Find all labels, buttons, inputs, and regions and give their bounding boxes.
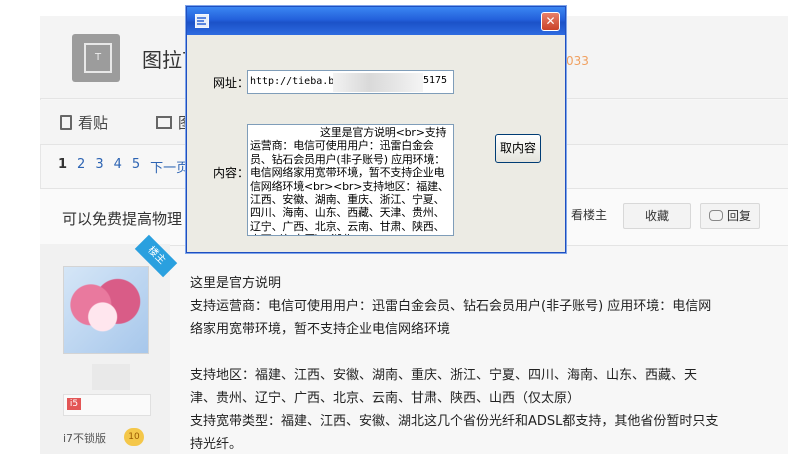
fetch-dialog: ✕ 网址： http://tieba.b 5175 内容： 这里是官方说明<br… <box>186 6 566 253</box>
page-link[interactable]: 5 <box>132 157 140 176</box>
page-next-link[interactable]: 下一页 <box>150 157 189 176</box>
tab-posts[interactable]: 看贴 <box>60 112 108 133</box>
post-content: 这里是官方说明 支持运营商：电信可使用用户：迅雷白金会员、钻石会员用户(非子账号… <box>190 272 770 456</box>
post-line: 津、贵州、辽宁、广西、北京、云南、甘肃、陕西、山西（仅太原） <box>190 391 581 406</box>
page-link[interactable]: 4 <box>114 157 122 176</box>
post-line: 支持宽带类型：福建、江西、安徽、湖北这几个省份光纤和ADSL都支持，其他省份暂时… <box>190 414 719 429</box>
forum-stat: 033 <box>566 54 589 68</box>
page-link[interactable]: 3 <box>95 157 103 176</box>
document-icon <box>60 115 72 130</box>
tab-posts-label: 看贴 <box>78 114 109 132</box>
thread-title: 可以免费提高物理 <box>62 210 183 228</box>
url-label: 网址： <box>213 76 250 90</box>
post-line: 络家用宽带环境，暂不支持企业电信网络环境 <box>190 322 451 337</box>
level-icon: i5 <box>67 398 81 410</box>
url-redacted <box>333 73 423 92</box>
dialog-titlebar[interactable]: ✕ <box>187 7 565 35</box>
user-tag: i7不锁版 <box>63 432 107 445</box>
app-icon <box>195 14 209 28</box>
reply-icon <box>708 210 723 221</box>
content-label: 内容： <box>213 166 250 180</box>
image-icon <box>156 116 172 129</box>
pager: 1 2 3 4 5 下一页 <box>58 157 189 176</box>
favorite-button[interactable]: 收藏 <box>623 203 691 229</box>
forum-logo-icon: T <box>84 43 112 73</box>
forum-logo[interactable]: T <box>72 34 120 82</box>
reply-button[interactable]: 回复 <box>700 203 760 229</box>
page-current: 1 <box>58 157 68 172</box>
avatar[interactable] <box>63 266 149 354</box>
username-redacted <box>92 364 130 390</box>
url-tail: 5175 <box>423 75 448 86</box>
only-op-button[interactable]: 看楼主 <box>566 203 612 227</box>
level-badge: 10 <box>124 428 144 446</box>
post-line: 持光纤。 <box>190 437 243 452</box>
fetch-content-button[interactable]: 取内容 <box>495 134 541 163</box>
page-link[interactable]: 2 <box>77 157 85 176</box>
reply-button-label: 回复 <box>726 209 751 223</box>
close-button[interactable]: ✕ <box>541 12 560 31</box>
post-line: 支持地区：福建、江西、安徽、湖南、重庆、浙江、宁夏、四川、海南、山东、西藏、天 <box>190 368 698 383</box>
post-line: 这里是官方说明 <box>190 276 282 291</box>
content-textarea[interactable]: 这里是官方说明<br>支持运营商：电信可使用用户：迅雷白金会员、钻石会员用户(非… <box>247 124 454 236</box>
post-line: 支持运营商：电信可使用用户：迅雷白金会员、钻石会员用户(非子账号) 应用环境：电… <box>190 299 712 314</box>
